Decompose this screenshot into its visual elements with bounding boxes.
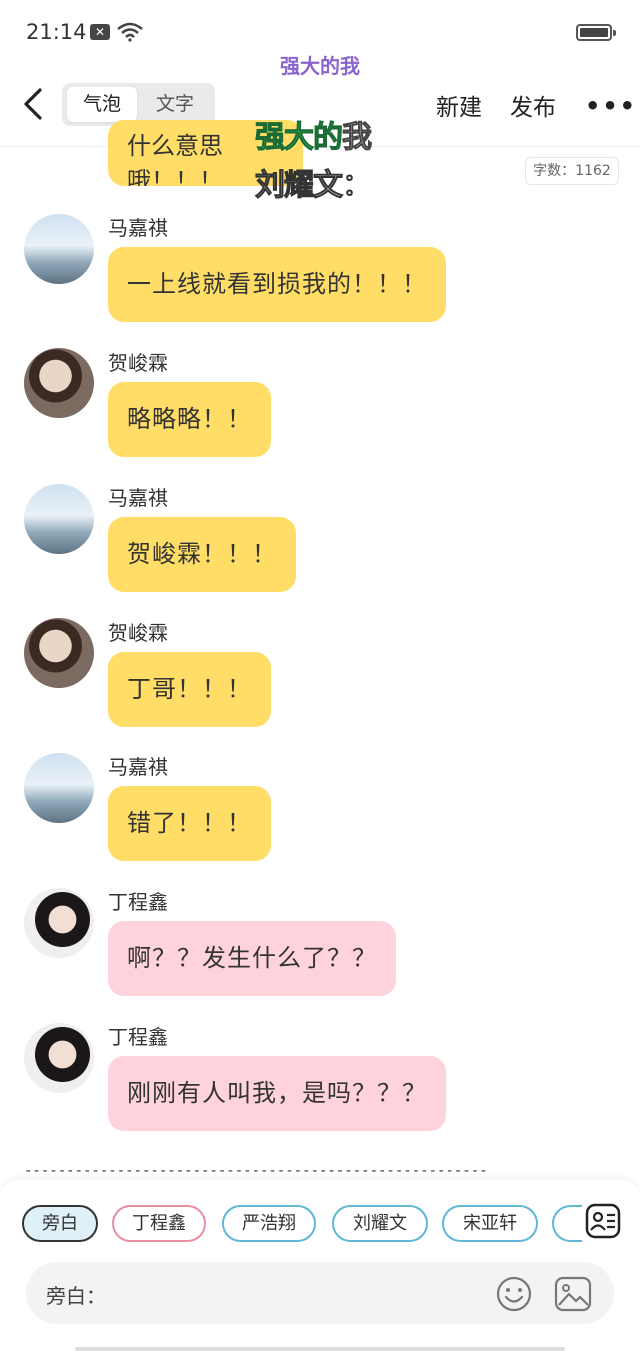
avatar-majiaqi[interactable]: [24, 214, 94, 284]
avatar-dingchengxin[interactable]: [24, 1023, 94, 1093]
avatar-majiaqi[interactable]: [24, 484, 94, 554]
wifi-icon: [117, 22, 143, 42]
status-time: 21:14: [26, 20, 87, 44]
input-speaker-label: 旁白：: [46, 1284, 106, 1308]
battery-icon: [576, 24, 616, 41]
message-bubble[interactable]: 一上线就看到损我的！！！: [108, 247, 446, 322]
image-icon[interactable]: [554, 1276, 592, 1312]
message-bubble[interactable]: 刚刚有人叫我，是吗？？？: [108, 1056, 446, 1131]
new-button[interactable]: 新建: [436, 88, 482, 122]
speaker-name: 马嘉祺: [108, 486, 168, 510]
speaker-name: 贺峻霖: [108, 351, 168, 375]
speaker-name: 丁程鑫: [108, 890, 168, 914]
character-chip-yanhaoxiang[interactable]: 严浩翔: [222, 1205, 316, 1242]
separator-line: ----------------------------------------…: [24, 1163, 488, 1179]
character-chip-narrator[interactable]: 旁白: [22, 1205, 98, 1242]
message-bubble[interactable]: 丁哥！！！: [108, 652, 271, 727]
mode-text-tab[interactable]: 文字: [140, 87, 210, 122]
character-chip-dingchengxin[interactable]: 丁程鑫: [112, 1205, 206, 1242]
character-chip-songyaxuan[interactable]: 宋亚轩: [442, 1205, 538, 1242]
overlay-title-green: 强大的: [255, 120, 344, 156]
story-title: 强大的我: [280, 54, 360, 78]
status-bar: 21:14 ✕: [0, 0, 640, 50]
speaker-name: 丁程鑫: [108, 1025, 168, 1049]
overlay-subtitle: 刘耀文：: [255, 168, 373, 204]
message-bubble[interactable]: 错了！！！: [108, 786, 271, 861]
back-arrow-icon[interactable]: [20, 88, 46, 120]
overlay-title-rest: 我: [342, 120, 373, 156]
avatar-dingchengxin[interactable]: [24, 888, 94, 958]
speaker-name: 马嘉祺: [108, 755, 168, 779]
avatar-hejunlin[interactable]: [24, 348, 94, 418]
more-options-button[interactable]: •••: [585, 92, 637, 120]
avatar-hejunlin[interactable]: [24, 618, 94, 688]
mode-bubble-tab[interactable]: 气泡: [67, 87, 137, 122]
home-indicator: [75, 1347, 565, 1351]
message-bubble[interactable]: 贺峻霖！！！: [108, 517, 296, 592]
emoji-icon[interactable]: [496, 1276, 532, 1312]
word-count-badge: 字数：1162: [525, 157, 619, 185]
message-bubble[interactable]: 啊？？发生什么了？？: [108, 921, 396, 996]
speaker-name: 贺峻霖: [108, 621, 168, 645]
overlay-title: 强大的我: [255, 112, 373, 156]
speaker-name: 马嘉祺: [108, 216, 168, 240]
character-chip-partial[interactable]: [552, 1205, 582, 1242]
notification-icon: ✕: [90, 24, 110, 40]
message-bubble[interactable]: 略略略！！: [108, 382, 271, 457]
character-list-icon[interactable]: [585, 1203, 621, 1239]
character-chip-liuyaowen[interactable]: 刘耀文: [332, 1205, 428, 1242]
publish-button[interactable]: 发布: [510, 88, 556, 122]
avatar-majiaqi[interactable]: [24, 753, 94, 823]
